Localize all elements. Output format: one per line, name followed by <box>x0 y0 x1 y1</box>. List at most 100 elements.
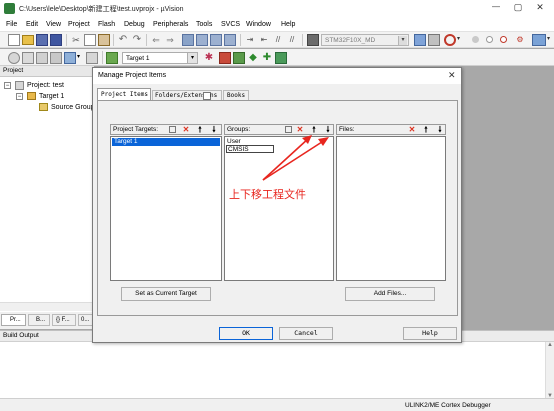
move-target-up-icon[interactable]: 🠕 <box>195 125 205 135</box>
debug-window-icon[interactable] <box>428 34 440 46</box>
nav-back-icon[interactable]: ⇐ <box>150 34 162 46</box>
chevron-down-icon[interactable]: ▾ <box>457 35 460 42</box>
tab-functions[interactable]: {} F... <box>52 314 76 326</box>
menu-debug[interactable]: Debug <box>124 21 145 28</box>
horizontal-scrollbar[interactable] <box>0 302 94 311</box>
dialog-close-icon[interactable]: ✕ <box>448 70 456 81</box>
groups-list[interactable]: User CMSIS <box>224 136 334 281</box>
chevron-down-icon[interactable]: ▾ <box>77 53 80 60</box>
minimize-button[interactable]: — <box>486 2 506 16</box>
menu-flash[interactable]: Flash <box>98 21 115 28</box>
nav-forward-icon[interactable]: ⇒ <box>164 34 176 46</box>
new-target-icon[interactable] <box>169 126 176 133</box>
tab-books[interactable]: Books <box>223 90 249 100</box>
translate-icon[interactable] <box>8 52 20 64</box>
bookmark-clear-icon[interactable] <box>224 34 236 46</box>
menu-file[interactable]: File <box>6 21 17 28</box>
bookmark-icon[interactable] <box>182 34 194 46</box>
breakpoint-kill-icon[interactable]: ⚙ <box>514 35 526 47</box>
menu-project[interactable]: Project <box>68 21 90 28</box>
bookmark-next-icon[interactable] <box>210 34 222 46</box>
files-list[interactable] <box>336 136 446 281</box>
config-icon[interactable] <box>414 34 426 46</box>
zoom-icon[interactable] <box>444 34 456 46</box>
target-options-icon[interactable]: ✱ <box>203 52 215 64</box>
menu-svcs[interactable]: SVCS <box>221 21 240 28</box>
manage-items-icon[interactable] <box>233 52 245 64</box>
uncomment-icon[interactable]: // <box>286 34 298 46</box>
menu-view[interactable]: View <box>46 21 61 28</box>
move-file-up-icon[interactable]: 🠕 <box>421 125 431 135</box>
load-icon[interactable] <box>106 52 118 64</box>
chevron-down-icon[interactable]: ▾ <box>547 35 550 42</box>
move-group-up-icon[interactable]: 🠕 <box>309 125 319 135</box>
groups-label: Groups: <box>227 126 251 133</box>
move-file-down-icon[interactable]: 🠗 <box>435 125 445 135</box>
new-file-icon[interactable] <box>8 34 20 46</box>
menu-window[interactable]: Window <box>246 21 271 28</box>
download-icon[interactable] <box>64 52 76 64</box>
indent-icon[interactable]: ⇥ <box>244 34 256 46</box>
menu-help[interactable]: Help <box>281 21 295 28</box>
targets-list[interactable]: Target 1 <box>110 136 222 281</box>
menu-tools[interactable]: Tools <box>196 21 212 28</box>
tab-folders-extensions[interactable]: Folders/Extens ns <box>152 90 222 100</box>
move-target-down-icon[interactable]: 🠗 <box>209 125 219 135</box>
tab-templates[interactable]: 0... <box>78 314 93 326</box>
menu-edit[interactable]: Edit <box>26 21 38 28</box>
breakpoint-icon[interactable] <box>472 36 479 43</box>
group-edit-field[interactable]: CMSIS <box>226 145 274 153</box>
comment-icon[interactable]: // <box>272 34 284 46</box>
group-list-item[interactable]: User <box>227 138 241 145</box>
redo-icon[interactable]: ↷ <box>131 34 143 46</box>
delete-target-icon[interactable]: ✕ <box>181 125 191 135</box>
rebuild-icon[interactable] <box>36 52 48 64</box>
ok-button[interactable]: OK <box>219 327 273 340</box>
tree-expander[interactable]: − <box>4 82 11 89</box>
window-layout-icon[interactable] <box>532 34 546 46</box>
add-files-label: Add Files... <box>373 290 407 297</box>
tab-project-items[interactable]: Project Items <box>97 88 151 100</box>
breakpoint-clear-icon[interactable] <box>500 36 507 43</box>
delete-file-icon[interactable]: ✕ <box>407 125 417 135</box>
set-as-current-target-button[interactable]: Set as Current Target <box>121 287 211 301</box>
tab-project[interactable]: Pr... <box>1 314 26 326</box>
device-select[interactable]: STM32F10X_MD ▾ <box>321 34 409 46</box>
target-list-item[interactable]: Target 1 <box>112 138 220 146</box>
file-extensions-icon[interactable] <box>219 52 231 64</box>
breakpoint-disable-icon[interactable] <box>486 36 493 43</box>
bookmark-prev-icon[interactable] <box>196 34 208 46</box>
add-files-button[interactable]: Add Files... <box>345 287 435 301</box>
erase-icon[interactable] <box>86 52 98 64</box>
copy-icon[interactable] <box>84 34 96 46</box>
build-icon[interactable] <box>22 52 34 64</box>
move-group-down-icon[interactable]: 🠗 <box>323 125 333 135</box>
close-button[interactable]: ✕ <box>530 2 550 16</box>
target-select[interactable]: Target 1 ▾ <box>122 52 198 64</box>
tree-project-root[interactable]: Project: test <box>27 82 64 89</box>
tree-source-group[interactable]: Source Group <box>51 104 95 111</box>
cancel-button[interactable]: Cancel <box>279 327 333 340</box>
save-all-icon[interactable] <box>50 34 62 46</box>
help-button[interactable]: Help <box>403 327 457 340</box>
new-group-icon[interactable] <box>285 126 292 133</box>
undo-icon[interactable]: ↶ <box>117 34 129 46</box>
batch-build-icon[interactable] <box>50 52 62 64</box>
open-folder-icon[interactable] <box>22 35 34 45</box>
maximize-button[interactable]: ▢ <box>508 2 528 16</box>
title-bar: C:\Users\lele\Desktop\新建工程\test.uvprojx … <box>0 0 554 18</box>
tree-target[interactable]: Target 1 <box>39 93 64 100</box>
menu-peripherals[interactable]: Peripherals <box>153 21 188 28</box>
delete-group-icon[interactable]: ✕ <box>295 125 305 135</box>
unindent-icon[interactable]: ⇤ <box>258 34 270 46</box>
manage-run-env-icon[interactable] <box>275 52 287 64</box>
tab-books[interactable]: B... <box>28 314 50 326</box>
dialog-title-bar: Manage Project Items ✕ <box>93 68 461 84</box>
tree-expander[interactable]: − <box>16 93 23 100</box>
cut-icon[interactable]: ✂ <box>70 34 82 46</box>
select-packs-icon[interactable]: ◆ <box>247 52 259 64</box>
save-icon[interactable] <box>36 34 48 46</box>
vertical-scrollbar[interactable]: ▲ ▼ <box>545 342 554 399</box>
paste-icon[interactable] <box>98 34 110 46</box>
pack-installer-icon[interactable]: ✚ <box>261 52 273 64</box>
